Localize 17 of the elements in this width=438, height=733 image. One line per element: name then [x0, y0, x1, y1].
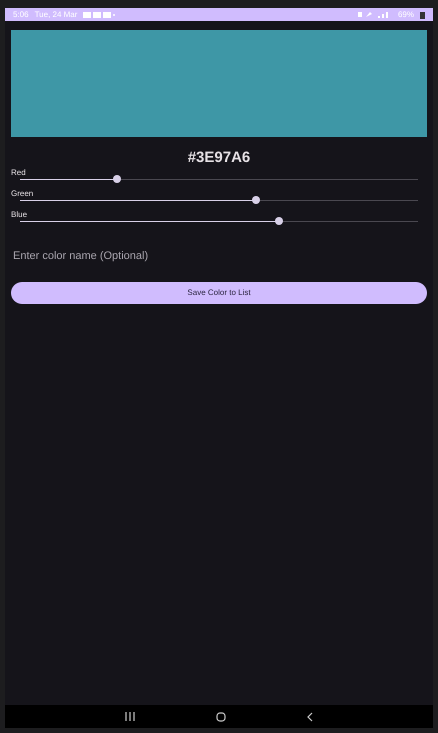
battery-icon — [420, 10, 425, 18]
slider-thumb[interactable] — [252, 196, 260, 204]
status-time: 5:06 — [13, 8, 29, 20]
slider-thumb[interactable] — [112, 175, 121, 183]
notification-icons — [83, 12, 116, 18]
save-button[interactable]: Save Color to List — [11, 282, 427, 304]
hex-code: #3E97A6 — [186, 148, 252, 168]
status-date: Tue, 24 Mar — [34, 8, 78, 20]
battery-percent: 69% — [398, 8, 414, 20]
color-name-field[interactable]: Enter color name (Optional) — [11, 243, 427, 269]
home-icon[interactable] — [216, 712, 226, 722]
slider-label: Red — [11, 168, 27, 178]
slider-label: Blue — [11, 210, 28, 220]
slider-thumb[interactable] — [275, 217, 284, 225]
recent-apps-icon[interactable] — [125, 712, 136, 721]
back-icon[interactable] — [306, 712, 313, 722]
slider-label: Green — [11, 189, 34, 199]
